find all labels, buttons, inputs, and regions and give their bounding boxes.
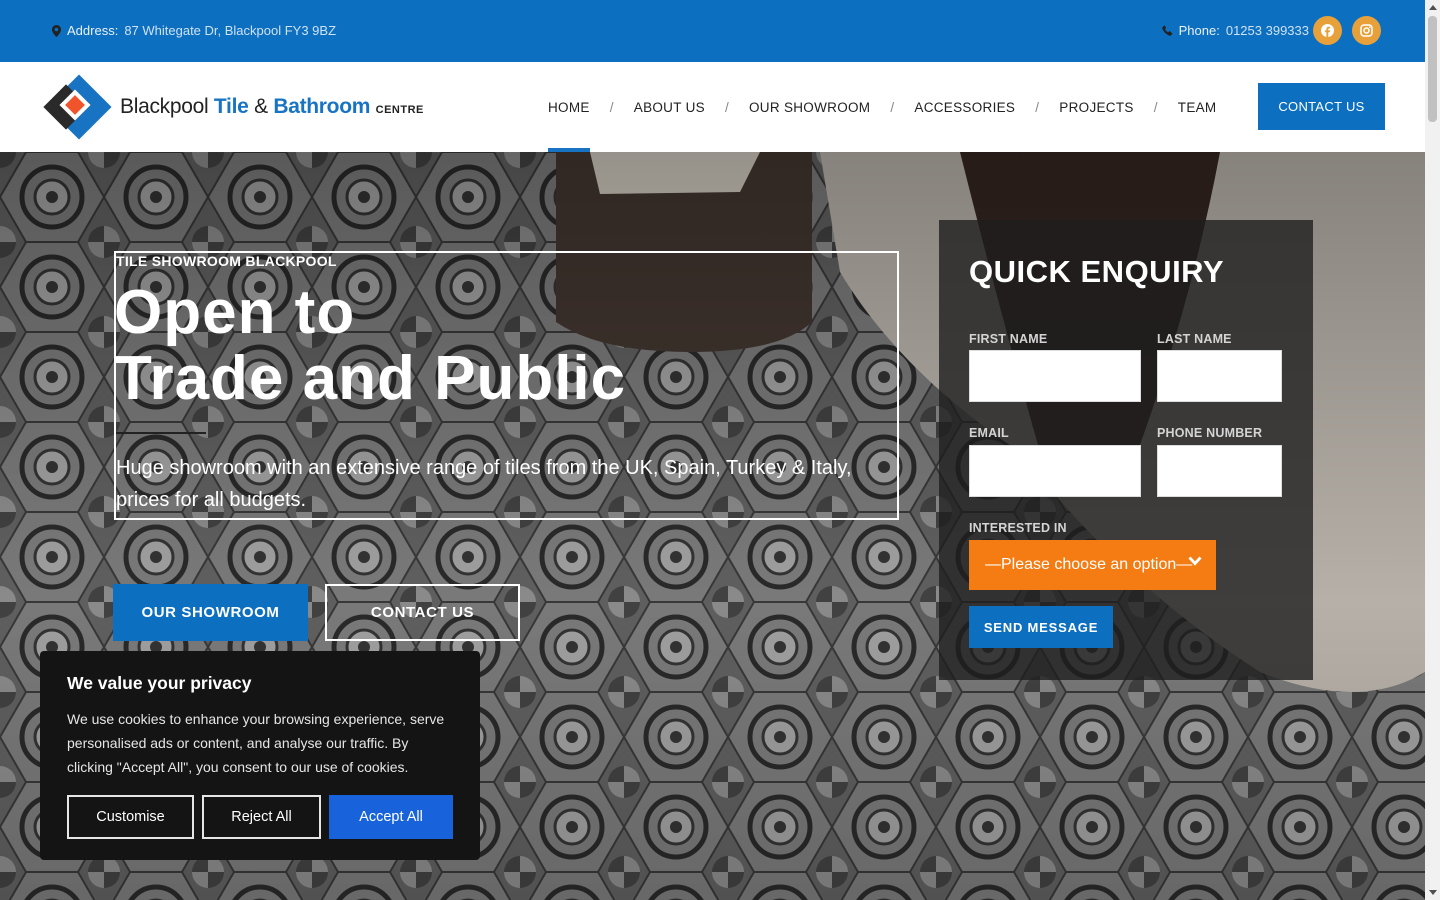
email-label: EMAIL	[969, 426, 1009, 440]
nav-label: ABOUT US	[633, 99, 705, 115]
hero-headline-line1: Open to	[114, 278, 356, 347]
address-value: 87 Whitegate Dr, Blackpool FY3 9BZ	[124, 23, 337, 38]
logo-word-tile: Tile	[213, 95, 249, 118]
address-block: Address: 87 Whitegate Dr, Blackpool FY3 …	[52, 23, 336, 38]
instagram-icon[interactable]	[1352, 16, 1381, 45]
nav-item-our-showroom[interactable]: OUR SHOWROOM	[749, 62, 870, 152]
site-header: Blackpool Tile & Bathroom CENTRE HOME / …	[0, 62, 1425, 152]
map-pin-icon	[52, 24, 61, 37]
hero-headline-line2: Trade and Public	[114, 344, 627, 413]
scroll-down-arrow-icon[interactable]	[1429, 890, 1437, 895]
enquiry-title: QUICK ENQUIRY	[969, 254, 1225, 289]
nav-item-projects[interactable]: PROJECTS	[1059, 62, 1133, 152]
nav-label: HOME	[548, 99, 590, 115]
chevron-down-icon	[1188, 556, 1202, 566]
first-name-field[interactable]	[969, 350, 1141, 402]
site-logo[interactable]: Blackpool Tile & Bathroom CENTRE	[42, 70, 424, 144]
logo-word-blackpool: Blackpool	[120, 95, 209, 118]
cookie-consent-banner: We value your privacy We use cookies to …	[40, 651, 480, 860]
cookie-body: We use cookies to enhance your browsing …	[67, 711, 445, 775]
nav-item-home[interactable]: HOME	[548, 62, 590, 152]
main-nav: HOME / ABOUT US / OUR SHOWROOM / ACCESSO…	[548, 62, 1216, 152]
quick-enquiry-form: QUICK ENQUIRY FIRST NAME LAST NAME EMAIL…	[939, 220, 1313, 680]
nav-separator: /	[609, 99, 614, 115]
email-field[interactable]	[969, 445, 1141, 497]
hero-kicker: TILE SHOWROOM BLACKPOOL	[116, 253, 337, 269]
logo-word-centre: CENTRE	[375, 104, 424, 116]
page-scrollbar[interactable]	[1425, 0, 1440, 900]
nav-separator: /	[890, 99, 895, 115]
phone-icon	[1161, 25, 1172, 36]
interested-in-label: INTERESTED IN	[969, 521, 1067, 535]
cookie-customise-button[interactable]: Customise	[67, 795, 194, 839]
phone-block: Phone: 01253 399333	[1161, 23, 1309, 38]
phone-label: Phone:	[1178, 23, 1220, 38]
nav-label: OUR SHOWROOM	[749, 99, 871, 115]
hero-lead: Huge showroom with an extensive range of…	[116, 457, 852, 511]
nav-item-accessories[interactable]: ACCESSORIES	[914, 62, 1015, 152]
nav-separator: /	[724, 99, 729, 115]
hero-divider	[116, 432, 206, 434]
logo-wordmark: Blackpool Tile & Bathroom CENTRE	[120, 95, 424, 119]
logo-word-bathroom: Bathroom	[273, 95, 371, 118]
cookie-title: We value your privacy	[67, 673, 252, 693]
nav-item-about-us[interactable]: ABOUT US	[634, 62, 705, 152]
select-value: —Please choose an option—	[985, 556, 1193, 573]
phone-number-field[interactable]	[1157, 445, 1282, 497]
nav-item-team[interactable]: TEAM	[1178, 62, 1217, 152]
scrollbar-thumb[interactable]	[1428, 16, 1437, 122]
phone-value[interactable]: 01253 399333	[1226, 23, 1309, 38]
nav-separator: /	[1153, 99, 1158, 115]
address-label: Address:	[67, 23, 119, 38]
cookie-reject-all-button[interactable]: Reject All	[202, 795, 321, 839]
contact-us-button[interactable]: CONTACT US	[325, 584, 520, 641]
logo-ampersand: &	[254, 95, 268, 118]
top-info-bar: Address: 87 Whitegate Dr, Blackpool FY3 …	[0, 0, 1425, 62]
logo-mark-icon	[42, 70, 116, 144]
last-name-field[interactable]	[1157, 350, 1282, 402]
last-name-label: LAST NAME	[1157, 332, 1232, 346]
first-name-label: FIRST NAME	[969, 332, 1048, 346]
interested-in-select[interactable]: —Please choose an option—	[969, 540, 1216, 590]
facebook-icon[interactable]	[1313, 16, 1342, 45]
send-message-button[interactable]: SEND MESSAGE	[969, 606, 1113, 648]
phone-number-label: PHONE NUMBER	[1157, 426, 1263, 440]
scroll-up-arrow-icon[interactable]	[1429, 5, 1437, 10]
cookie-accept-all-button[interactable]: Accept All	[329, 795, 453, 839]
nav-label: ACCESSORIES	[914, 99, 1016, 115]
nav-label: PROJECTS	[1059, 99, 1134, 115]
our-showroom-button[interactable]: OUR SHOWROOM	[113, 584, 308, 641]
nav-label: TEAM	[1177, 99, 1217, 115]
hero-headline: Open to Trade and Public	[114, 280, 626, 412]
nav-separator: /	[1035, 99, 1040, 115]
nav-contact-button[interactable]: CONTACT US	[1258, 83, 1385, 130]
